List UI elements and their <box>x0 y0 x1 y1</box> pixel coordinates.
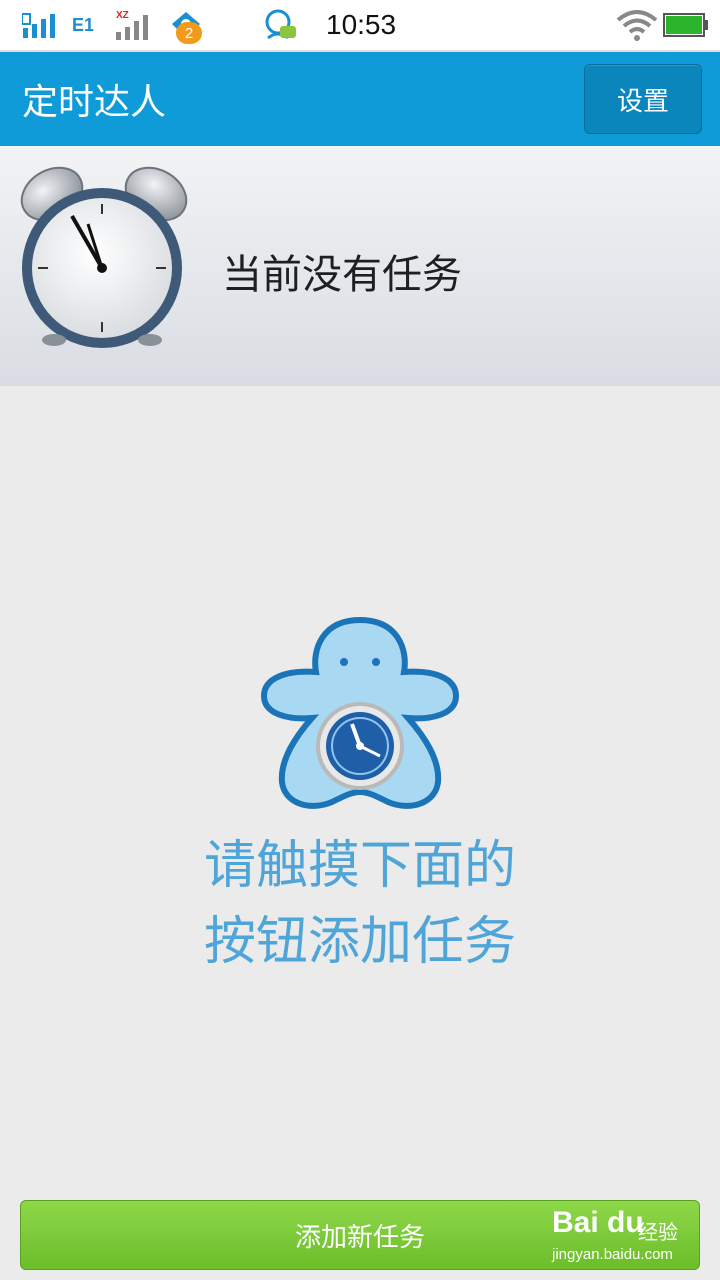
network-type-label: E1 <box>72 14 95 35</box>
watermark-brand-cn: 经验 <box>638 1220 678 1244</box>
battery-icon <box>663 13 708 37</box>
hint-line-1: 请触摸下面的 <box>203 836 516 896</box>
task-status-panel: 当前没有任务 <box>0 146 720 386</box>
app-bar: 定时达人 设置 <box>0 52 720 146</box>
settings-button[interactable]: 设置 <box>584 64 702 134</box>
clock-time: 10:53 <box>326 9 397 40</box>
hint-line-2: 按钮添加任务 <box>203 912 516 972</box>
wifi-icon <box>616 10 658 41</box>
baidu-watermark: Bai du 经验 jingyan.baidu.com <box>552 1202 692 1268</box>
watermark-brand: Bai du <box>552 1206 644 1239</box>
status-bar: E1 XZ 2 10:53 <box>0 0 720 52</box>
app-title: 定时达人 <box>22 82 167 123</box>
alarm-clock-icon <box>20 166 188 348</box>
signal-icon <box>116 15 148 40</box>
watermark-url: jingyan.baidu.com <box>552 1246 673 1263</box>
signal-icon <box>22 13 55 38</box>
empty-task-message: 当前没有任务 <box>222 252 462 298</box>
notification-badge: 2 <box>176 22 202 44</box>
mascot-clock-illustration <box>260 616 460 809</box>
empty-state-hint: 请触摸下面的 按钮添加任务 <box>0 828 720 980</box>
qq-icon <box>265 9 296 40</box>
